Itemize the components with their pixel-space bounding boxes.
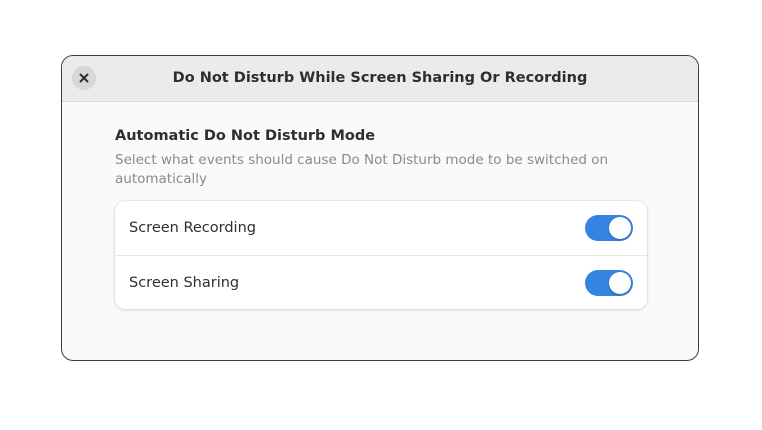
switch-knob (609, 272, 631, 294)
screen-sharing-switch[interactable] (585, 270, 633, 296)
close-icon (79, 73, 89, 83)
dialog-title: Do Not Disturb While Screen Sharing Or R… (172, 70, 588, 86)
dialog-window: Do Not Disturb While Screen Sharing Or R… (61, 55, 699, 361)
row-label-screen-recording: Screen Recording (129, 220, 256, 236)
group-title: Automatic Do Not Disturb Mode (115, 128, 376, 144)
group-description: Select what events should cause Do Not D… (115, 152, 609, 187)
headerbar: Do Not Disturb While Screen Sharing Or R… (62, 56, 698, 102)
switch-knob (609, 217, 631, 239)
row-label-screen-sharing: Screen Sharing (129, 275, 240, 291)
settings-list: Screen Recording Screen Sharing (115, 201, 647, 309)
row-screen-recording[interactable]: Screen Recording (115, 201, 647, 255)
preferences-group: Automatic Do Not Disturb Mode Select wha… (115, 126, 647, 309)
screen-recording-switch[interactable] (585, 215, 633, 241)
row-screen-sharing[interactable]: Screen Sharing (115, 255, 647, 309)
close-button[interactable] (72, 66, 96, 90)
